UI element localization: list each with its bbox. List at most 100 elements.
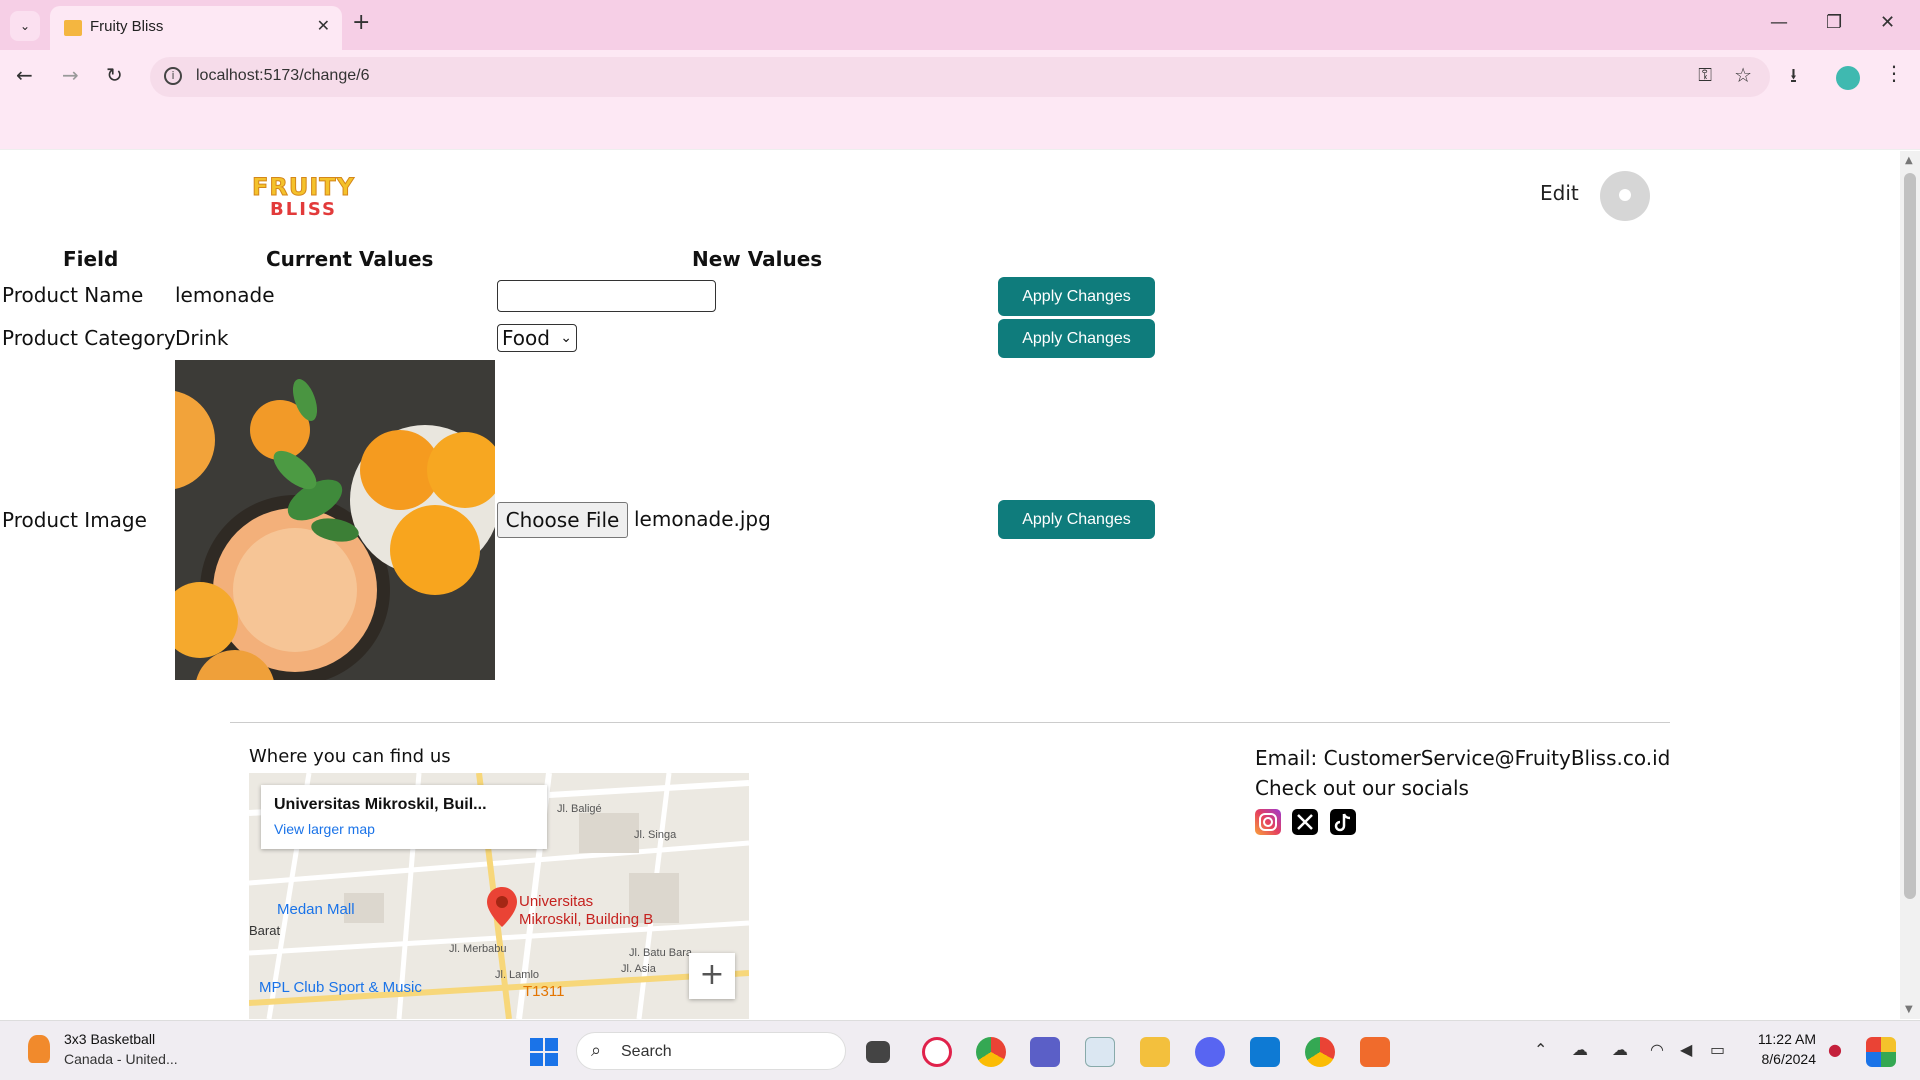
widget-title[interactable]: 3x3 Basketball (64, 1031, 155, 1047)
scrollbar-thumb[interactable] (1904, 173, 1916, 899)
taskbar-search[interactable]: ⌕ Search (576, 1032, 846, 1070)
browser-tabbar: ⌄ Fruity Bliss ✕ + — ❐ ✕ (0, 0, 1920, 50)
widget-subtitle[interactable]: Canada - United... (64, 1051, 178, 1067)
field-product-name: Product Name (2, 283, 144, 307)
header-field: Field (63, 247, 119, 271)
map-label-barat: Barat (249, 923, 281, 938)
socials-heading: Check out our socials (1255, 776, 1469, 800)
map-label-jl-balige: Jl. Baligé (557, 803, 602, 815)
chrome-icon[interactable] (976, 1037, 1006, 1067)
profile-avatar[interactable] (1836, 66, 1860, 90)
wifi-icon[interactable]: ◠ (1650, 1040, 1664, 1059)
field-product-image: Product Image (2, 508, 147, 532)
tab-close-icon[interactable]: ✕ (317, 16, 330, 35)
onedrive-icon[interactable]: ☁ (1612, 1040, 1628, 1059)
discord-icon[interactable] (1195, 1037, 1225, 1067)
product-name-input[interactable] (497, 280, 716, 312)
onedrive-error-icon[interactable]: ☁ (1572, 1040, 1588, 1059)
vscode-icon[interactable] (1250, 1037, 1280, 1067)
start-button[interactable] (530, 1038, 558, 1066)
header-current-values: Current Values (266, 247, 434, 271)
scroll-down-icon[interactable]: ▼ (1905, 1004, 1913, 1015)
map-card-title: Universitas Mikroskil, Buil... (274, 796, 487, 813)
windows-taskbar: 3x3 Basketball Canada - United... ⌕ Sear… (0, 1020, 1920, 1080)
map-label-jl-merbabu: Jl. Merbabu (449, 943, 507, 955)
map-pin-icon[interactable] (485, 885, 519, 929)
tab-title: Fruity Bliss (90, 18, 164, 35)
chrome-active-icon[interactable] (1305, 1037, 1335, 1067)
menu-kebab-icon[interactable]: ⋮ (1884, 61, 1904, 85)
search-icon: ⌕ (591, 1040, 602, 1061)
selected-file-name: lemonade.jpg (634, 507, 771, 531)
page-scrollbar[interactable]: ▲ ▼ (1900, 151, 1920, 1019)
restore-icon[interactable]: ❐ (1826, 12, 1842, 33)
copilot-icon[interactable] (1866, 1037, 1896, 1067)
resource-monitor-icon[interactable] (1085, 1037, 1115, 1067)
page-content: FRUITY BLISS Edit Field Current Values N… (0, 151, 1900, 1019)
volume-icon[interactable]: ◀ (1680, 1040, 1692, 1059)
apply-name-button[interactable]: Apply Changes (998, 277, 1155, 316)
map-label-jl-lamlo: Jl. Lamlo (495, 969, 540, 981)
tray-chevron-icon[interactable]: ⌃ (1534, 1040, 1547, 1059)
password-key-icon[interactable]: ⚿ (1698, 65, 1712, 86)
reload-icon[interactable]: ↻ (106, 63, 123, 87)
taskbar-search-label: Search (621, 1043, 672, 1060)
window-close-icon[interactable]: ✕ (1880, 12, 1895, 33)
minimize-icon[interactable]: — (1770, 12, 1788, 33)
footer-divider (230, 722, 1670, 723)
map-label-t1311: T1311 (523, 983, 565, 1000)
download-icon[interactable]: ⭳ (1790, 61, 1797, 95)
map-zoom-in-button[interactable]: + (689, 953, 735, 999)
site-info-icon[interactable]: i (164, 67, 182, 85)
battery-icon[interactable]: ▭ (1710, 1040, 1725, 1059)
fruity-bliss-logo[interactable]: FRUITY BLISS (251, 173, 364, 221)
file-explorer-icon[interactable] (1140, 1037, 1170, 1067)
product-image (175, 360, 495, 680)
tab-list-chevron-icon[interactable]: ⌄ (10, 11, 40, 41)
notification-bell-icon[interactable]: ● (1828, 1040, 1842, 1059)
edit-label: Edit (1540, 181, 1579, 205)
contact-email: Email: CustomerService@FruityBliss.co.id (1255, 746, 1671, 770)
category-select[interactable]: Food ⌄ (497, 324, 577, 352)
find-us-heading: Where you can find us (249, 746, 451, 767)
url-text[interactable]: localhost:5173/change/6 (196, 67, 369, 85)
embedded-map[interactable]: Universitas Mikroskil, Buil... View larg… (249, 773, 749, 1019)
map-info-card: Universitas Mikroskil, Buil... View larg… (261, 785, 547, 849)
current-product-category: Drink (175, 326, 229, 350)
bookmark-bar (0, 100, 1920, 150)
view-larger-map-link[interactable]: View larger map (274, 821, 375, 837)
current-product-name: lemonade (175, 283, 275, 307)
browser-tab[interactable]: Fruity Bliss ✕ (50, 6, 342, 50)
map-label-jl-batu-bara: Jl. Batu Bara (629, 947, 692, 959)
widget-icon[interactable] (28, 1035, 50, 1063)
map-label-jl-asia: Jl. Asia (621, 963, 656, 975)
teams-icon[interactable] (1030, 1037, 1060, 1067)
choose-file-button[interactable]: Choose File (497, 502, 628, 538)
scroll-up-icon[interactable]: ▲ (1905, 155, 1913, 166)
chevron-down-icon: ⌄ (560, 330, 572, 346)
category-select-value: Food (502, 326, 550, 350)
instagram-icon[interactable] (1255, 809, 1281, 835)
clock-time[interactable]: 11:22 AM (1752, 1031, 1816, 1047)
task-view-icon[interactable] (866, 1041, 890, 1063)
browser-toolbar: ← → ↻ i localhost:5173/change/6 ⚿ ☆ ⭳ ⋮ (0, 50, 1920, 100)
bookmark-star-icon[interactable]: ☆ (1734, 63, 1752, 87)
xampp-icon[interactable] (1360, 1037, 1390, 1067)
back-icon[interactable]: ← (16, 63, 33, 87)
new-tab-icon[interactable]: + (352, 10, 370, 35)
tiktok-icon[interactable] (1330, 809, 1356, 835)
clock-date[interactable]: 8/6/2024 (1744, 1051, 1817, 1067)
pin-label-line1: Universitas (519, 893, 594, 910)
field-product-category: Product Category (2, 326, 176, 350)
map-label-jl-singa: Jl. Singa (634, 829, 677, 841)
forward-icon[interactable]: → (62, 63, 79, 87)
opera-icon[interactable] (922, 1037, 952, 1067)
apply-image-button[interactable]: Apply Changes (998, 500, 1155, 539)
favicon-icon (64, 20, 82, 36)
apply-category-button[interactable]: Apply Changes (998, 319, 1155, 358)
map-label-medan-mall: Medan Mall (277, 901, 355, 918)
address-bar[interactable]: i localhost:5173/change/6 ⚿ ☆ (150, 57, 1770, 97)
x-icon[interactable] (1292, 809, 1318, 835)
pin-label-line2: Mikroskil, Building B (519, 911, 654, 928)
user-avatar[interactable] (1600, 171, 1650, 221)
